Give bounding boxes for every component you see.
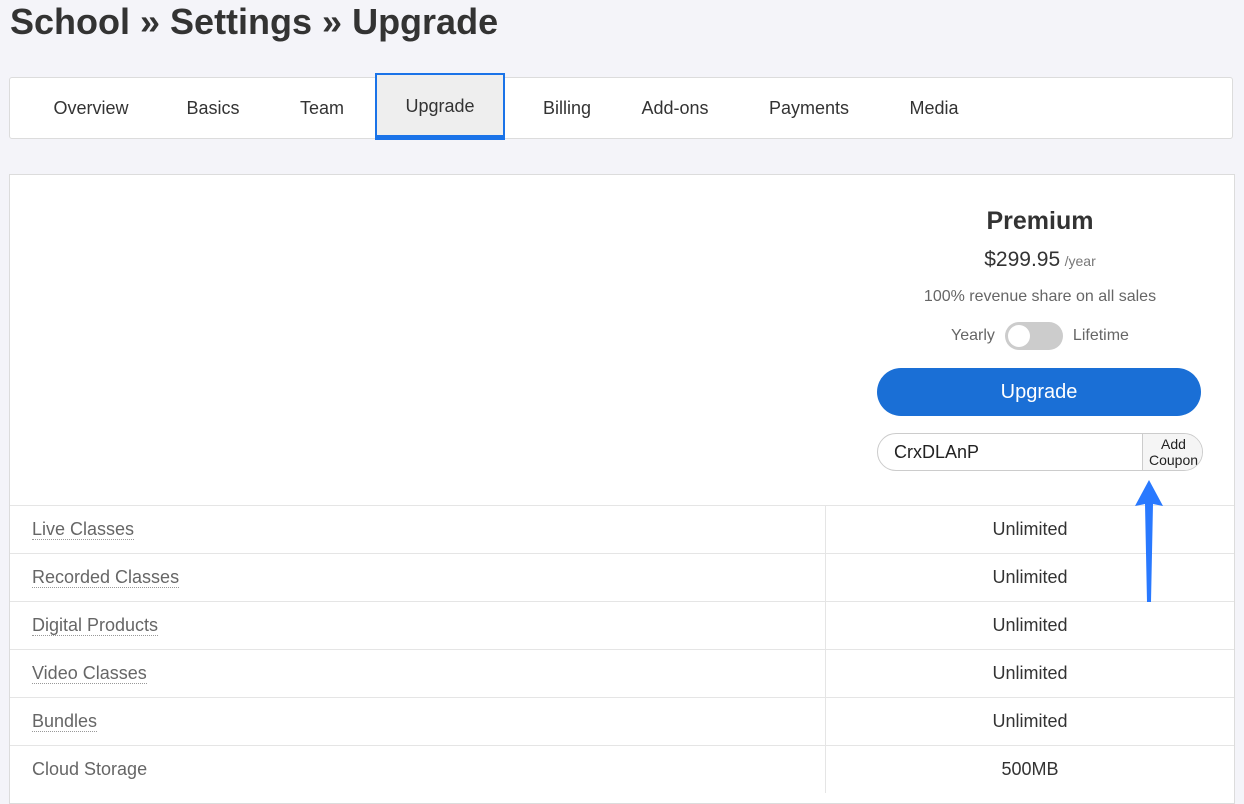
table-row: Recorded Classes Unlimited (10, 553, 1234, 601)
arrow-up-icon (1135, 480, 1163, 602)
upgrade-panel: Premium $299.95 /year 100% revenue share… (9, 174, 1235, 804)
feature-name: Cloud Storage (32, 759, 148, 779)
plan-price-row: $299.95 /year (876, 248, 1204, 272)
feature-name[interactable]: Live Classes (32, 519, 135, 540)
tab-upgrade[interactable]: Upgrade (375, 73, 505, 140)
feature-value: 500MB (1001, 759, 1059, 779)
coupon-group: Add Coupon (877, 433, 1203, 471)
plan-price: $299.95 (984, 248, 1061, 271)
table-row: Live Classes Unlimited (10, 505, 1234, 553)
settings-tabbar: Overview Basics Team Upgrade Billing Add… (9, 73, 1233, 140)
feature-name[interactable]: Digital Products (32, 615, 159, 636)
tab-overview[interactable]: Overview (32, 77, 150, 139)
plan-period: /year (1064, 253, 1096, 269)
plan-name: Premium (986, 207, 1094, 235)
tab-add-ons[interactable]: Add-ons (626, 77, 724, 139)
table-row: Bundles Unlimited (10, 697, 1234, 745)
tab-media[interactable]: Media (893, 77, 975, 139)
add-coupon-button[interactable]: Add Coupon (1142, 434, 1202, 470)
tab-basics[interactable]: Basics (160, 77, 266, 139)
toggle-label-lifetime: Lifetime (1072, 327, 1129, 344)
coupon-input[interactable] (878, 434, 1142, 470)
feature-value: Unlimited (992, 567, 1068, 587)
feature-table: Live Classes Unlimited Recorded Classes … (10, 505, 1234, 793)
upgrade-button[interactable]: Upgrade (877, 368, 1201, 416)
tab-billing[interactable]: Billing (515, 77, 619, 139)
feature-value: Unlimited (992, 519, 1068, 539)
page-title: School » Settings » Upgrade (10, 1, 499, 42)
feature-value: Unlimited (992, 711, 1068, 731)
billing-cycle-toggle[interactable] (1004, 322, 1063, 350)
plan-description: 100% revenue share on all sales (923, 288, 1157, 305)
feature-value: Unlimited (992, 663, 1068, 683)
feature-name[interactable]: Recorded Classes (32, 567, 180, 588)
billing-cycle-toggle-row: Yearly Lifetime (876, 322, 1204, 350)
toggle-knob (1007, 325, 1030, 347)
feature-value: Unlimited (992, 615, 1068, 635)
toggle-label-yearly: Yearly (951, 327, 995, 344)
tab-payments[interactable]: Payments (755, 77, 863, 139)
feature-name[interactable]: Bundles (32, 711, 98, 732)
table-row: Digital Products Unlimited (10, 601, 1234, 649)
tab-team[interactable]: Team (276, 77, 368, 139)
table-row: Video Classes Unlimited (10, 649, 1234, 697)
feature-name[interactable]: Video Classes (32, 663, 147, 684)
table-row: Cloud Storage 500MB (10, 745, 1234, 793)
